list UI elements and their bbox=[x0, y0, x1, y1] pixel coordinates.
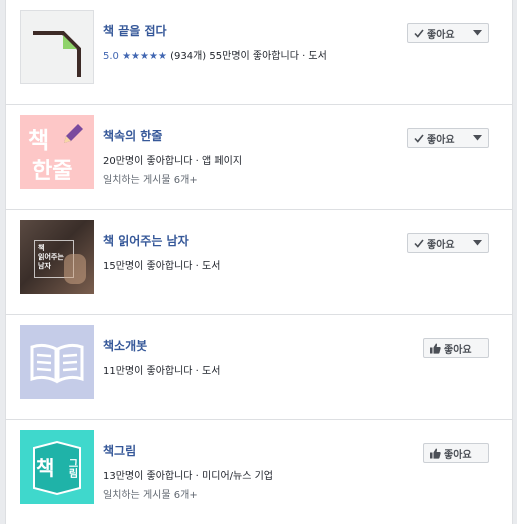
likes-and-category: 11만명이 좋아합니다 · 도서 bbox=[103, 366, 221, 377]
thumbnail-text: 책 bbox=[28, 128, 50, 154]
page-search-results: 책 끝을 접다 5.0 ★★★★★ (934개) 55만명이 좋아합니다 · 도… bbox=[5, 0, 513, 524]
likes-and-category: 20만명이 좋아합니다 · 앱 페이지 bbox=[103, 156, 243, 167]
thumbnail-text: 책 읽어주는 남자 bbox=[38, 244, 64, 270]
page-thumbnail[interactable]: 책 읽어주는 남자 bbox=[20, 220, 94, 294]
matching-posts-text: 일치하는 게시물 6개+ bbox=[103, 175, 198, 186]
hand-shape bbox=[64, 254, 86, 284]
thumbnail-text: 책 bbox=[36, 456, 55, 480]
like-button-label: 좋아요 bbox=[427, 134, 455, 146]
liked-button[interactable]: 좋아요 bbox=[407, 233, 489, 253]
dropdown-caret-icon bbox=[473, 135, 482, 141]
page-thumbnail[interactable]: 책 한줄 bbox=[20, 115, 94, 189]
likes-and-category: 55만명이 좋아합니다 · 도서 bbox=[209, 51, 327, 62]
likes-and-category: 13만명이 좋아합니다 · 미디어/뉴스 기업 bbox=[103, 471, 273, 482]
pencil-icon bbox=[64, 124, 83, 143]
checkmark-icon bbox=[414, 29, 424, 38]
rating-count: (934개) bbox=[170, 51, 207, 62]
list-item: 책 한줄 책속의 한줄 20만명이 좋아합니다 · 앱 페이지 일치하는 게시물… bbox=[6, 105, 512, 210]
thumbnail-text: 그림 bbox=[66, 458, 77, 478]
list-item: 책 읽어주는 남자 책 읽어주는 남자 15만명이 좋아합니다 · 도서 좋아요 bbox=[6, 210, 512, 315]
page-name-link[interactable]: 책 끝을 접다 bbox=[103, 22, 167, 39]
folded-page-logo bbox=[33, 31, 81, 77]
thumbs-up-icon bbox=[430, 448, 441, 459]
thumbs-up-icon bbox=[430, 343, 441, 354]
list-item: 책 끝을 접다 5.0 ★★★★★ (934개) 55만명이 좋아합니다 · 도… bbox=[6, 0, 512, 105]
checkmark-icon bbox=[414, 134, 424, 143]
star-rating-icon: ★★★★★ bbox=[122, 51, 167, 62]
rating-value: 5.0 bbox=[103, 51, 119, 62]
book-shape bbox=[33, 440, 81, 496]
liked-button[interactable]: 좋아요 bbox=[407, 23, 489, 43]
thumbnail-text: 한줄 bbox=[32, 159, 73, 184]
liked-button[interactable]: 좋아요 bbox=[407, 128, 489, 148]
checkmark-icon bbox=[414, 239, 424, 248]
page-name-link[interactable]: 책그림 bbox=[103, 442, 136, 459]
page-name-link[interactable]: 책속의 한줄 bbox=[103, 127, 162, 144]
open-book-icon bbox=[30, 343, 84, 384]
likes-and-category: 15만명이 좋아합니다 · 도서 bbox=[103, 261, 221, 272]
like-button[interactable]: 좋아요 bbox=[423, 338, 489, 358]
like-button-label: 좋아요 bbox=[444, 449, 472, 461]
list-item: 책 그림 책그림 13만명이 좋아합니다 · 미디어/뉴스 기업 일치하는 게시… bbox=[6, 420, 512, 524]
dropdown-caret-icon bbox=[473, 30, 482, 36]
like-button[interactable]: 좋아요 bbox=[423, 443, 489, 463]
like-button-label: 좋아요 bbox=[444, 344, 472, 356]
like-button-label: 좋아요 bbox=[427, 29, 455, 41]
matching-posts-text: 일치하는 게시물 6개+ bbox=[103, 490, 198, 501]
page-name-link[interactable]: 책 읽어주는 남자 bbox=[103, 232, 189, 249]
page-thumbnail[interactable]: 책 그림 bbox=[20, 430, 94, 504]
page-meta: 5.0 ★★★★★ (934개) 55만명이 좋아합니다 · 도서 bbox=[103, 47, 327, 62]
page-name-link[interactable]: 책소개봇 bbox=[103, 337, 147, 354]
page-thumbnail[interactable] bbox=[20, 325, 94, 399]
dropdown-caret-icon bbox=[473, 240, 482, 246]
list-item: 책소개봇 11만명이 좋아합니다 · 도서 좋아요 bbox=[6, 315, 512, 420]
like-button-label: 좋아요 bbox=[427, 239, 455, 251]
page-thumbnail[interactable] bbox=[20, 10, 94, 84]
